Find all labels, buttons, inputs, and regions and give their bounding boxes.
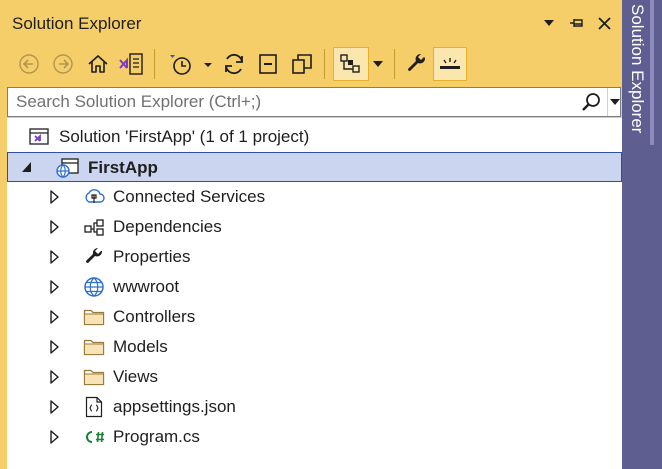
window-position-dropdown-icon[interactable]: [539, 12, 559, 34]
expanded-arrow-icon[interactable]: [21, 160, 35, 176]
home-icon[interactable]: [84, 47, 112, 81]
collapsed-arrow-icon[interactable]: [48, 429, 62, 445]
csharp-file-icon: [83, 426, 105, 448]
folder-icon: [83, 306, 105, 328]
search-icon[interactable]: [576, 88, 606, 116]
globe-icon: [83, 276, 105, 298]
project-node[interactable]: FirstApp: [7, 152, 622, 182]
title-bar: Solution Explorer: [0, 0, 622, 44]
solution-node[interactable]: Solution 'FirstApp' (1 of 1 project): [7, 122, 622, 152]
back-icon[interactable]: [16, 47, 42, 81]
collapsed-arrow-icon[interactable]: [48, 309, 62, 325]
dependencies-icon: [83, 216, 105, 238]
json-file-icon: [83, 396, 105, 418]
close-icon[interactable]: [594, 12, 614, 34]
toolbar-separator: [394, 49, 395, 79]
folder-icon: [83, 336, 105, 358]
wrench-icon: [83, 246, 105, 268]
tree-item[interactable]: wwwroot: [7, 272, 622, 302]
collapsed-arrow-icon[interactable]: [48, 399, 62, 415]
connected-services-icon: [83, 186, 105, 208]
solution-tree: Solution 'FirstApp' (1 of 1 project) Fir…: [7, 118, 622, 469]
tree-item-label: Views: [113, 367, 159, 386]
project-label: FirstApp: [88, 158, 158, 177]
tree-item[interactable]: appsettings.json: [7, 392, 622, 422]
pending-changes-filter-button[interactable]: [164, 47, 214, 81]
toolbar: [0, 44, 622, 86]
tree-item-label: Connected Services: [113, 187, 266, 206]
tree-item-label: Properties: [113, 247, 191, 266]
side-tab-active-indicator: [650, 0, 654, 145]
side-tab-label: Solution Explorer: [628, 4, 647, 134]
solution-explorer-panel: Solution Explorer Search Solution Explor…: [0, 0, 622, 469]
web-project-icon: [55, 157, 79, 179]
search-box: [7, 87, 621, 117]
collapsed-arrow-icon[interactable]: [48, 219, 62, 235]
sync-refresh-icon[interactable]: [220, 47, 248, 81]
collapsed-arrow-icon[interactable]: [48, 189, 62, 205]
tree-item[interactable]: Connected Services: [7, 182, 622, 212]
folder-icon: [83, 366, 105, 388]
solution-icon: [28, 126, 50, 148]
search-options-chevron-icon[interactable]: [607, 88, 621, 116]
toolbar-separator: [154, 49, 155, 79]
toolbar-separator: [324, 49, 325, 79]
properties-wrench-icon[interactable]: [402, 47, 432, 81]
collapsed-arrow-icon[interactable]: [48, 369, 62, 385]
forward-icon[interactable]: [50, 47, 76, 81]
collapse-all-icon[interactable]: [254, 47, 282, 81]
sync-with-active-document-button[interactable]: [333, 47, 369, 81]
tree-item[interactable]: Dependencies: [7, 212, 622, 242]
tree-item-label: Dependencies: [113, 217, 222, 236]
tree-item[interactable]: Program.cs: [7, 422, 622, 452]
tree-item-label: Models: [113, 337, 168, 356]
collapsed-arrow-icon[interactable]: [48, 339, 62, 355]
pin-icon[interactable]: [567, 12, 587, 34]
tree-item[interactable]: Models: [7, 332, 622, 362]
side-tab-solution-explorer[interactable]: Solution Explorer: [622, 0, 662, 469]
solution-label: Solution 'FirstApp' (1 of 1 project): [59, 127, 310, 146]
window-title: Solution Explorer: [12, 14, 142, 33]
tree-item[interactable]: Controllers: [7, 302, 622, 332]
collapsed-arrow-icon[interactable]: [48, 279, 62, 295]
tree-item-label: appsettings.json: [113, 397, 236, 416]
tree-item[interactable]: Properties: [7, 242, 622, 272]
tree-item[interactable]: Views: [7, 362, 622, 392]
tree-item-label: Controllers: [113, 307, 196, 326]
tree-item-label: wwwroot: [113, 277, 180, 296]
chevron-down-icon[interactable]: [371, 47, 385, 81]
switch-views-icon[interactable]: [116, 47, 146, 81]
search-input[interactable]: [8, 88, 574, 116]
preview-selected-items-button[interactable]: [433, 47, 467, 81]
tree-item-label: Program.cs: [113, 427, 200, 446]
collapsed-arrow-icon[interactable]: [48, 249, 62, 265]
show-all-files-icon[interactable]: [288, 47, 316, 81]
